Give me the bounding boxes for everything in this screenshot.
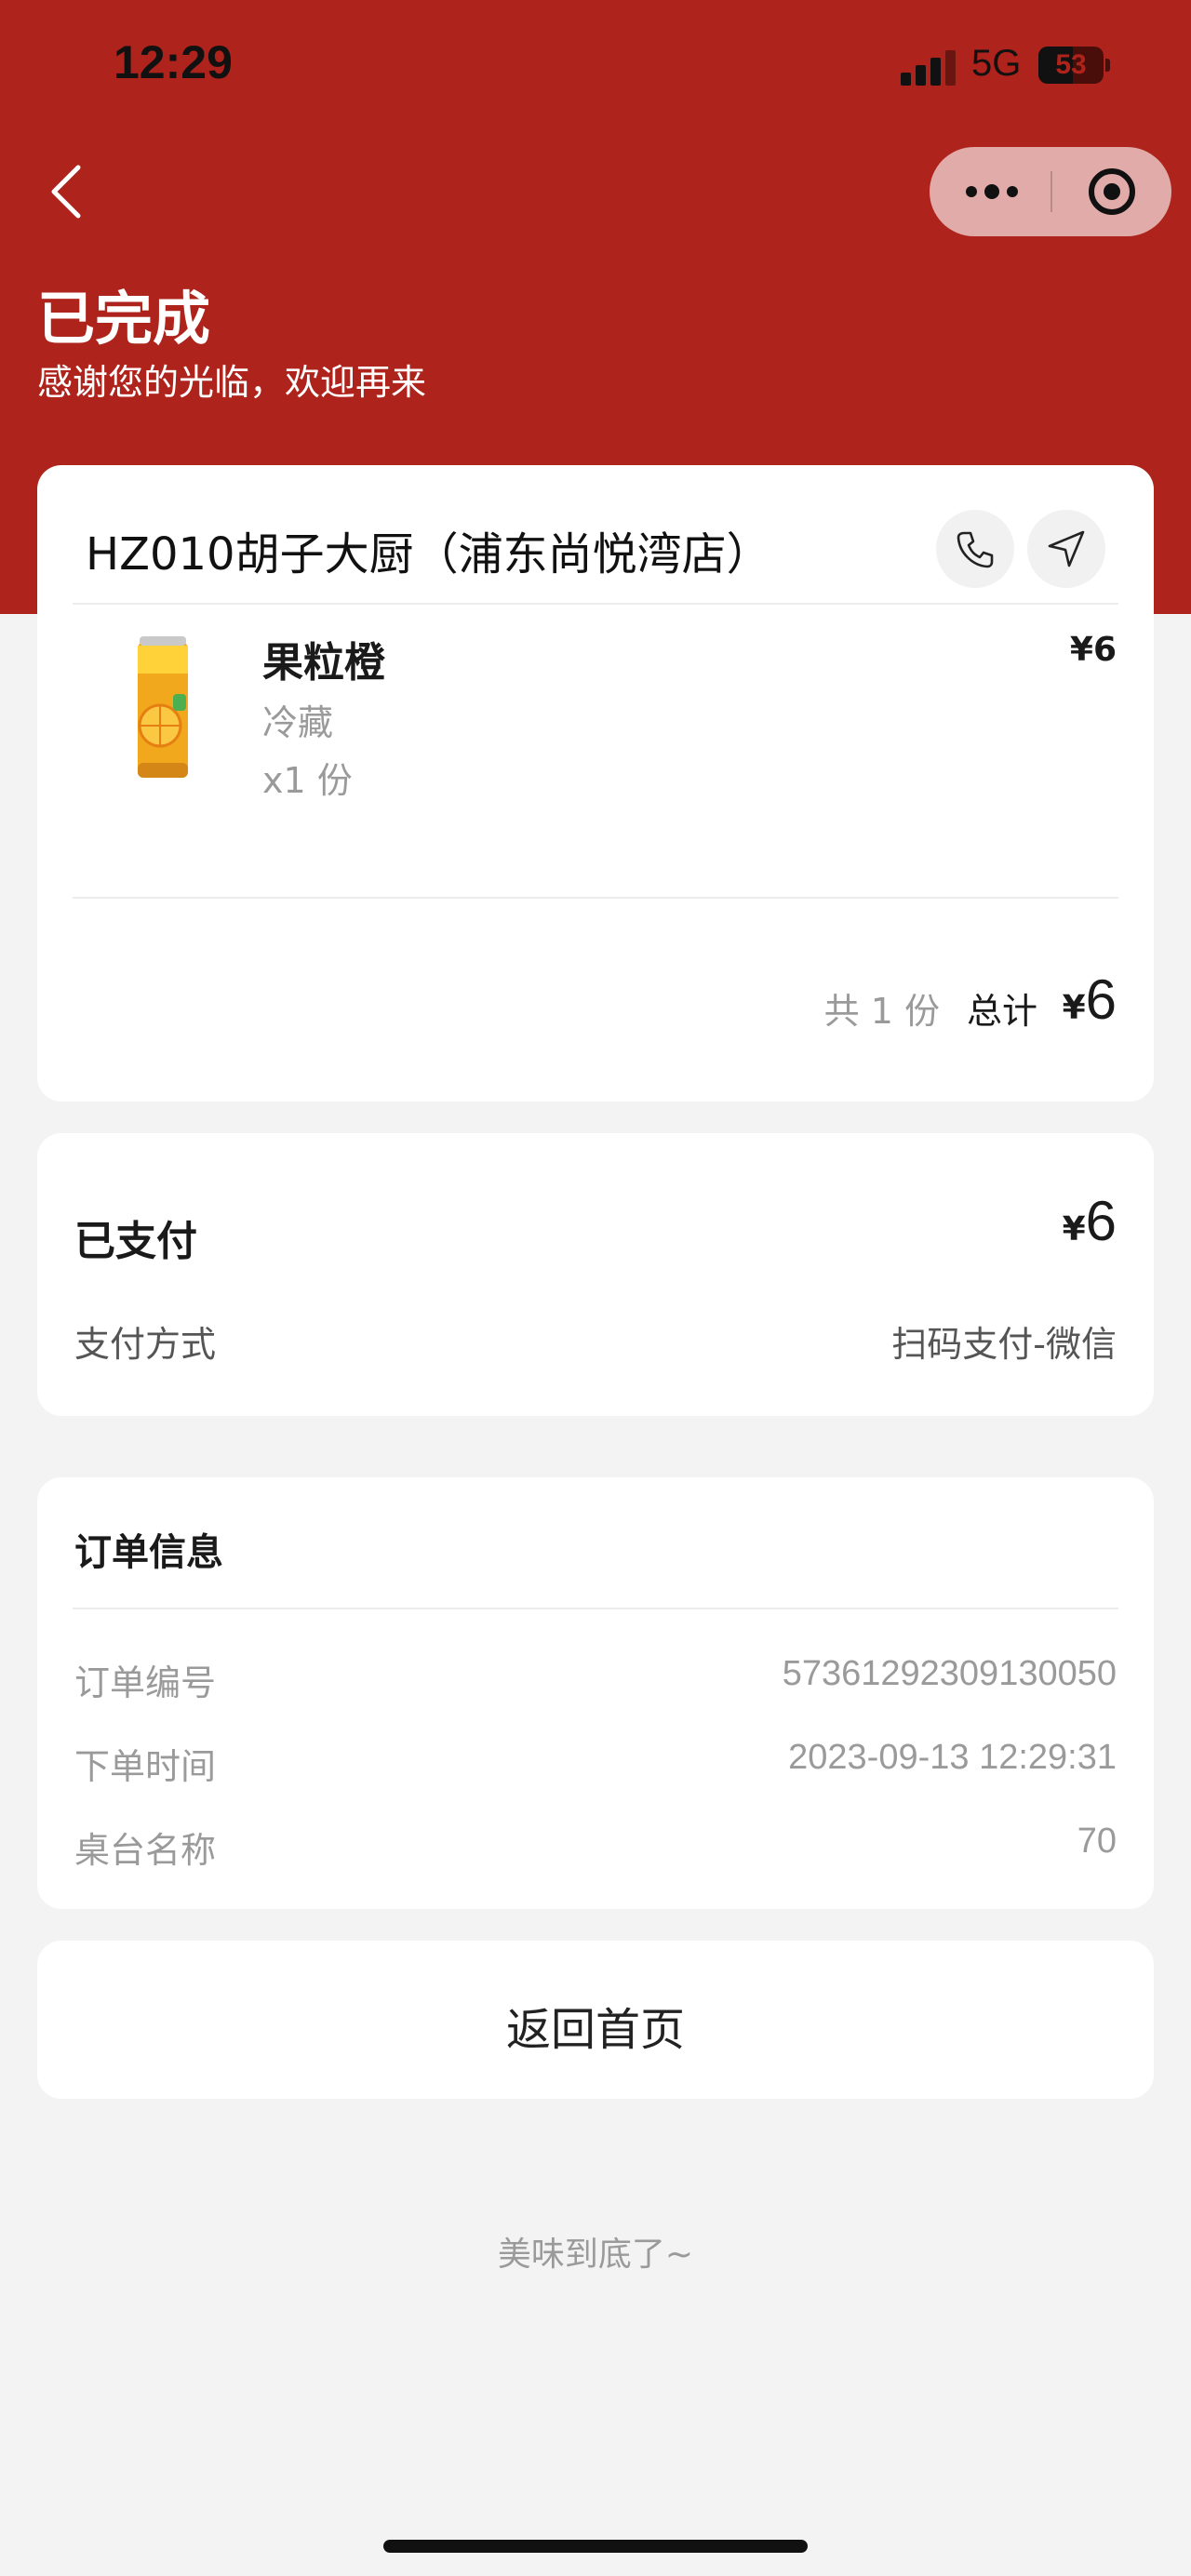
chevron-left-icon xyxy=(51,165,81,219)
order-status-title: 已完成 xyxy=(37,285,211,353)
battery-icon: 53 xyxy=(1038,47,1111,84)
network-label: 5G xyxy=(971,43,1022,84)
more-button[interactable] xyxy=(930,147,1050,236)
signal-icon xyxy=(901,48,957,86)
back-home-button[interactable]: 返回首页 xyxy=(37,1941,1154,2099)
order-detail-page: 12:29 5G 53 已完成 感谢您的光临，欢迎再来 HZ010胡子大厨（浦东… xyxy=(0,0,1191,2576)
status-time: 12:29 xyxy=(114,36,233,88)
more-dots-icon xyxy=(966,184,1018,199)
payment-card: 已支付 ¥6 支付方式 扫码支付-微信 xyxy=(37,1133,1154,1416)
mini-program-capsule xyxy=(930,147,1171,236)
back-home-label: 返回首页 xyxy=(505,2004,685,2056)
order-number-row: 订单编号 57361292309130050 xyxy=(74,1654,1117,1703)
close-mini-program-button[interactable] xyxy=(1052,147,1171,236)
total-number: 6 xyxy=(1085,968,1117,1031)
location-arrow-icon xyxy=(1048,530,1085,567)
paid-number: 6 xyxy=(1085,1190,1117,1252)
orange-juice-can-icon xyxy=(112,633,214,781)
order-time-row: 下单时间 2023-09-13 12:29:31 xyxy=(74,1738,1117,1787)
order-items-card: HZ010胡子大厨（浦东尚悦湾店） 果粒橙 冷藏 x1 份 ¥6 共 1 份 总… xyxy=(37,465,1154,1101)
table-name-row: 桌台名称 70 xyxy=(74,1822,1117,1871)
store-name: HZ010胡子大厨（浦东尚悦湾店） xyxy=(86,528,771,581)
total-amount: ¥6 xyxy=(1063,968,1117,1032)
items-divider xyxy=(73,897,1118,899)
item-count: 共 1 份 xyxy=(823,991,940,1032)
order-time-value: 2023-09-13 12:29:31 xyxy=(788,1738,1117,1777)
home-indicator[interactable] xyxy=(383,2540,808,2553)
table-name-value: 70 xyxy=(1077,1822,1117,1861)
paid-currency: ¥ xyxy=(1062,1210,1086,1248)
item-quantity: x1 份 xyxy=(262,760,353,801)
back-button[interactable] xyxy=(37,149,93,233)
total-label: 总计 xyxy=(966,991,1037,1032)
table-name-label: 桌台名称 xyxy=(74,1830,217,1871)
target-close-icon xyxy=(1089,168,1135,215)
order-info-title: 订单信息 xyxy=(74,1531,223,1574)
payment-method-label: 支付方式 xyxy=(74,1324,217,1365)
call-store-button[interactable] xyxy=(936,510,1014,588)
item-spec: 冷藏 xyxy=(262,702,334,743)
paid-label: 已支付 xyxy=(74,1218,197,1265)
item-name: 果粒橙 xyxy=(262,639,385,687)
payment-method-value: 扫码支付-微信 xyxy=(891,1324,1117,1365)
store-divider xyxy=(73,603,1118,605)
order-number-value: 57361292309130050 xyxy=(782,1654,1117,1693)
order-info-card: 订单信息 订单编号 57361292309130050 下单时间 2023-09… xyxy=(37,1477,1154,1909)
item-price: ¥6 xyxy=(1069,631,1117,669)
battery-percent: 53 xyxy=(1055,49,1087,80)
paid-amount: ¥6 xyxy=(1063,1189,1117,1253)
phone-icon xyxy=(957,531,994,568)
end-of-list-text: 美味到底了~ xyxy=(497,2236,694,2274)
order-time-label: 下单时间 xyxy=(74,1746,217,1787)
order-status-subtitle: 感谢您的光临，欢迎再来 xyxy=(37,362,427,403)
order-number-label: 订单编号 xyxy=(74,1662,217,1703)
order-info-divider xyxy=(73,1608,1118,1609)
total-currency: ¥ xyxy=(1062,989,1086,1027)
navigate-store-button[interactable] xyxy=(1027,510,1105,588)
